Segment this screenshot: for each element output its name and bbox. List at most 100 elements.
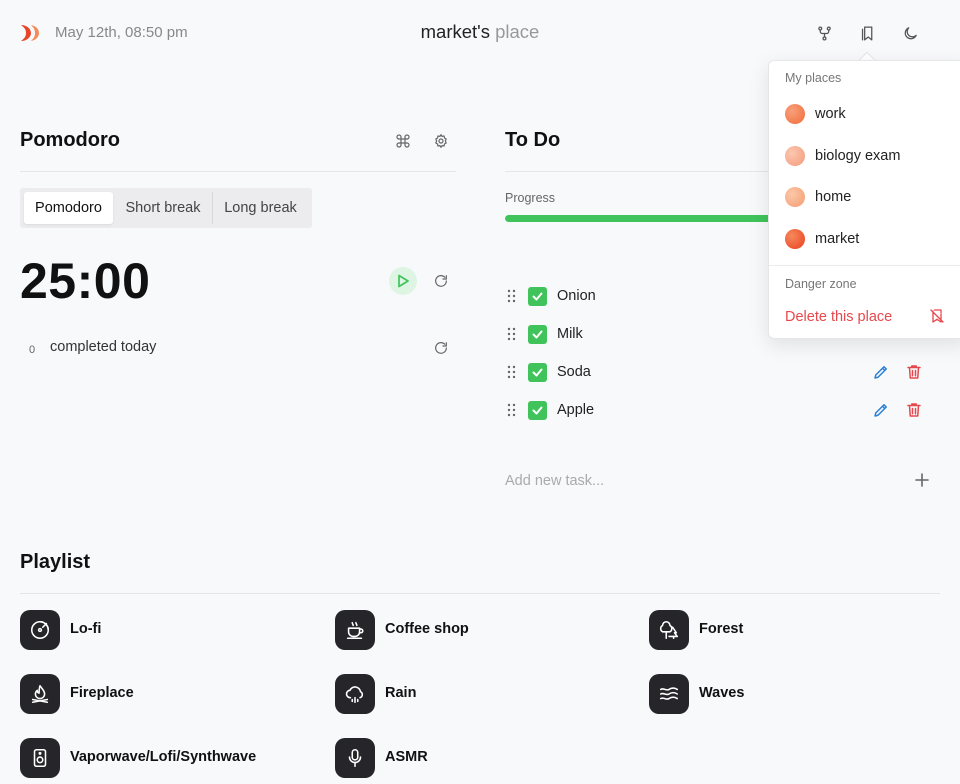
task-item: Apple bbox=[505, 398, 935, 424]
playlist-item-rain[interactable]: Rain bbox=[335, 674, 615, 714]
drag-handle-icon[interactable] bbox=[507, 327, 517, 341]
playlist-item-lofi[interactable]: Lo-fi bbox=[20, 610, 300, 650]
task-checkbox[interactable] bbox=[528, 363, 547, 382]
delete-place-label: Delete this place bbox=[785, 309, 893, 325]
task-checkbox[interactable] bbox=[528, 325, 547, 344]
playlist-label: Coffee shop bbox=[385, 621, 469, 637]
pl-icon-wrap bbox=[20, 674, 60, 714]
drag-handle-icon[interactable] bbox=[507, 289, 517, 303]
check-icon bbox=[532, 330, 543, 339]
header: May 12th, 08:50 pm market's place bbox=[0, 0, 960, 66]
place-suffix: place bbox=[495, 21, 540, 42]
my-places-heading: My places bbox=[785, 71, 842, 85]
bookmarks-icon bbox=[861, 25, 872, 41]
cloud-rain-icon bbox=[345, 686, 364, 704]
todo-title: To Do bbox=[505, 129, 561, 151]
trash-icon[interactable] bbox=[905, 401, 923, 419]
tab-long-break[interactable]: Long break bbox=[213, 192, 308, 224]
pl-icon-wrap bbox=[335, 610, 375, 650]
playlist-label: Vaporwave/Lofi/Synthwave bbox=[70, 749, 257, 765]
task-label: Milk bbox=[557, 326, 583, 342]
check-icon bbox=[532, 292, 543, 301]
place-color-dot bbox=[785, 146, 805, 166]
theme-toggle-button[interactable] bbox=[897, 20, 923, 46]
task-label: Onion bbox=[557, 288, 596, 304]
playlist-item-coffee-shop[interactable]: Coffee shop bbox=[335, 610, 615, 650]
delete-place-button[interactable]: Delete this place bbox=[769, 301, 960, 333]
pomodoro-title: Pomodoro bbox=[20, 129, 120, 151]
place-item-biology-exam[interactable]: biology exam bbox=[769, 138, 960, 174]
dropdown-divider bbox=[769, 265, 960, 266]
trees-icon bbox=[659, 620, 679, 640]
reset-count-button[interactable] bbox=[430, 337, 452, 359]
check-icon bbox=[532, 406, 543, 415]
place-item-market[interactable]: market bbox=[769, 221, 960, 257]
pl-icon-wrap bbox=[649, 674, 689, 714]
task-checkbox[interactable] bbox=[528, 401, 547, 420]
danger-zone-heading: Danger zone bbox=[785, 277, 857, 291]
pomodoro-divider bbox=[20, 171, 456, 172]
check-icon bbox=[532, 368, 543, 377]
pl-icon-wrap bbox=[649, 610, 689, 650]
edit-icon[interactable] bbox=[872, 363, 890, 381]
pl-icon-wrap bbox=[20, 610, 60, 650]
playlist-divider bbox=[20, 593, 940, 594]
timer-display: 25:00 bbox=[20, 253, 151, 309]
place-color-dot bbox=[785, 187, 805, 207]
shortcuts-button[interactable] bbox=[392, 130, 414, 152]
place-label: market bbox=[815, 231, 860, 247]
app-root: May 12th, 08:50 pm market's place Pomodo… bbox=[0, 0, 960, 784]
playlist-label: ASMR bbox=[385, 749, 428, 765]
place-color-dot bbox=[785, 104, 805, 124]
place-label: home bbox=[815, 189, 852, 205]
completed-label: completed today bbox=[50, 339, 157, 355]
pl-icon-wrap bbox=[335, 738, 375, 778]
playlist-label: Rain bbox=[385, 685, 417, 701]
speaker-icon bbox=[33, 748, 47, 768]
playlist-label: Waves bbox=[699, 685, 745, 701]
git-fork-icon bbox=[817, 25, 831, 41]
bookmark-off-icon bbox=[930, 309, 944, 323]
tab-short-break[interactable]: Short break bbox=[114, 192, 212, 224]
tab-pomodoro[interactable]: Pomodoro bbox=[24, 192, 113, 224]
refresh-icon bbox=[435, 342, 447, 354]
playlist-item-waves[interactable]: Waves bbox=[649, 674, 929, 714]
playlist-item-forest[interactable]: Forest bbox=[649, 610, 929, 650]
drag-handle-icon[interactable] bbox=[507, 403, 517, 417]
microphone-icon bbox=[348, 748, 362, 768]
add-task-input[interactable] bbox=[505, 470, 865, 492]
fork-button[interactable] bbox=[811, 20, 837, 46]
gear-icon bbox=[435, 134, 447, 148]
play-icon bbox=[398, 274, 409, 288]
waves-icon bbox=[659, 687, 679, 700]
place-item-home[interactable]: home bbox=[769, 179, 960, 215]
plus-icon[interactable] bbox=[913, 471, 931, 489]
place-name: market's bbox=[420, 21, 490, 42]
command-icon bbox=[396, 134, 410, 148]
drag-handle-icon[interactable] bbox=[507, 365, 517, 379]
trash-icon[interactable] bbox=[905, 363, 923, 381]
moon-icon bbox=[904, 26, 917, 39]
place-item-work[interactable]: work bbox=[769, 96, 960, 132]
playlist-label: Forest bbox=[699, 621, 744, 637]
playlist-label: Fireplace bbox=[70, 685, 134, 701]
task-item: Soda bbox=[505, 360, 935, 386]
playlist-title: Playlist bbox=[20, 551, 91, 573]
playlist-label: Lo-fi bbox=[70, 621, 102, 637]
edit-icon[interactable] bbox=[872, 401, 890, 419]
vinyl-icon bbox=[30, 620, 50, 640]
playlist-item-vaporwave[interactable]: Vaporwave/Lofi/Synthwave bbox=[20, 738, 320, 778]
pl-icon-wrap bbox=[335, 674, 375, 714]
start-timer-button[interactable] bbox=[389, 267, 417, 295]
place-label: biology exam bbox=[815, 148, 901, 164]
places-button[interactable] bbox=[854, 20, 880, 46]
reset-timer-button[interactable] bbox=[430, 270, 452, 292]
flame-icon bbox=[31, 684, 49, 704]
refresh-icon bbox=[435, 275, 447, 287]
place-label: work bbox=[815, 106, 846, 122]
task-checkbox[interactable] bbox=[528, 287, 547, 306]
playlist-item-asmr[interactable]: ASMR bbox=[335, 738, 615, 778]
progress-label: Progress bbox=[505, 191, 556, 205]
pomodoro-settings-button[interactable] bbox=[430, 130, 452, 152]
playlist-item-fireplace[interactable]: Fireplace bbox=[20, 674, 300, 714]
